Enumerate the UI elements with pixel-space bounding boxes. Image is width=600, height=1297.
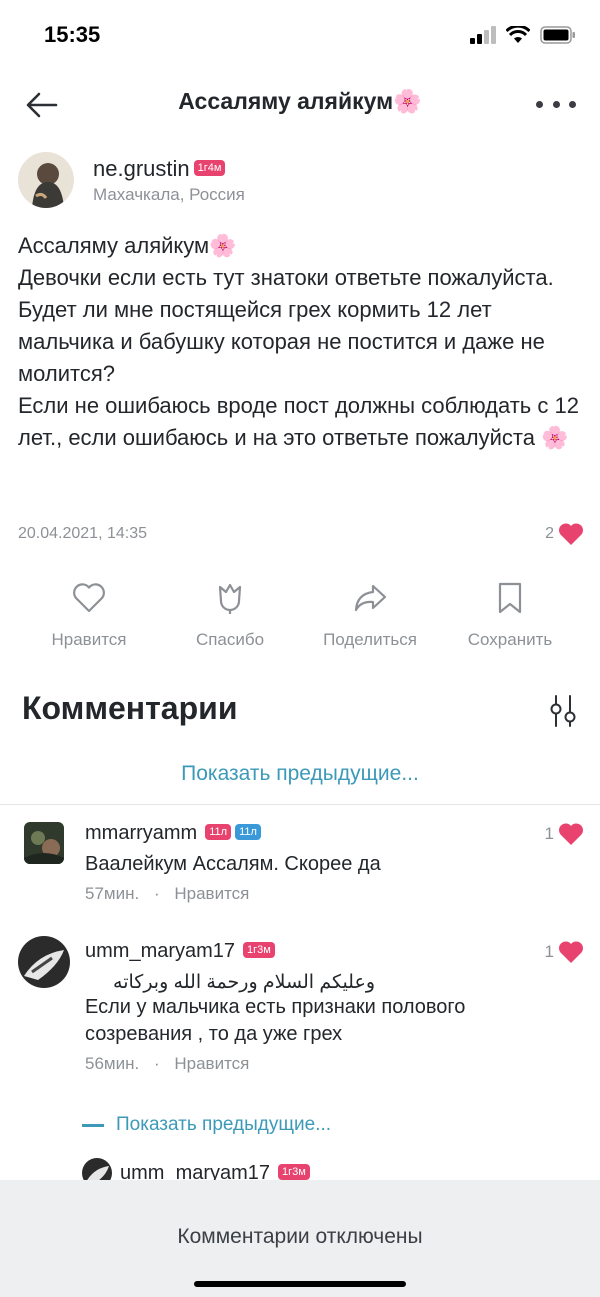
status-time: 15:35 bbox=[44, 22, 101, 47]
filter-button[interactable] bbox=[546, 694, 580, 728]
show-previous-comments-link[interactable]: Показать предыдущие... bbox=[0, 762, 600, 786]
commenter-badge: 1г3м bbox=[278, 1163, 310, 1180]
post-date: 20.04.2021, 14:35 bbox=[18, 525, 148, 542]
tulip-icon bbox=[218, 583, 242, 614]
author-name[interactable]: ne.grustin 1г4м bbox=[93, 156, 226, 182]
more-options-button[interactable] bbox=[536, 92, 576, 116]
comment-like-count[interactable]: 1 bbox=[545, 940, 584, 964]
cellular-signal-icon bbox=[470, 26, 496, 44]
post-author: ne.grustin 1г4м Махачкала, Россия bbox=[18, 152, 578, 208]
author-location: Махачкала, Россия bbox=[93, 185, 245, 204]
post-body: Ассаляму аляйкум🌸 Девочки если есть тут … bbox=[18, 233, 579, 450]
like-button[interactable]: Нравится bbox=[19, 578, 159, 650]
page-title: Ассаляму аляйкум🌸 bbox=[178, 88, 422, 114]
status-icons bbox=[470, 26, 576, 44]
heart-filled-icon bbox=[558, 941, 584, 963]
post-like-count[interactable]: 2 bbox=[545, 522, 584, 546]
reply-item: umm_maryam17 1г3м bbox=[82, 1158, 382, 1180]
comment-item: umm_maryam17 1г3м وعليكم السلام ورحمة الل… bbox=[18, 936, 588, 1080]
show-previous-replies-link[interactable]: Показать предыдущие... bbox=[82, 1114, 331, 1136]
comment-text: Если у мальчика есть признаки полового с… bbox=[85, 996, 466, 1045]
commenter-name[interactable]: umm_maryam17 1г3м bbox=[85, 940, 275, 963]
commenter-badge: 11л bbox=[205, 823, 232, 840]
comment-meta: 57мин. · Нравится bbox=[85, 884, 250, 903]
post-actions: Нравится Спасибо Поделиться Сохранить bbox=[0, 578, 600, 658]
comments-disabled-footer: Комментарии отключены bbox=[0, 1180, 600, 1297]
comment-time: 57мин. bbox=[85, 884, 140, 903]
nav-bar: Ассаляму аляйкум🌸 bbox=[0, 72, 600, 136]
comment-like-link[interactable]: Нравится bbox=[174, 884, 249, 903]
commenter-badge: 11л bbox=[235, 823, 261, 840]
commenter-avatar[interactable] bbox=[24, 822, 64, 864]
comments-title: Комментарии bbox=[22, 690, 238, 726]
bookmark-icon bbox=[498, 582, 522, 614]
home-indicator bbox=[194, 1281, 406, 1287]
divider bbox=[0, 804, 600, 805]
dash-icon bbox=[82, 1123, 104, 1127]
filter-sliders-icon bbox=[550, 695, 576, 727]
author-badge: 1г4м bbox=[193, 160, 226, 177]
comments-disabled-text: Комментарии отключены bbox=[177, 1225, 423, 1248]
comment-time: 56мин. bbox=[85, 1054, 140, 1073]
share-arrow-icon bbox=[354, 584, 387, 612]
comment-like-link[interactable]: Нравится bbox=[174, 1054, 249, 1073]
heart-filled-icon bbox=[558, 523, 584, 545]
comment-text: Ваалейкум Ассалям. Скорее да bbox=[85, 853, 381, 875]
like-count: 2 bbox=[545, 525, 554, 542]
heart-filled-icon bbox=[558, 823, 584, 845]
more-dots-icon bbox=[536, 100, 543, 108]
heart-outline-icon bbox=[73, 583, 105, 613]
commenter-name[interactable]: umm_maryam17 1г3м bbox=[120, 1162, 310, 1180]
status-bar: 15:35 bbox=[0, 0, 600, 72]
commenter-avatar[interactable] bbox=[82, 1158, 112, 1180]
comment-item: mmarryamm 11л 11л Ваалейкум Ассалям. Скоре… bbox=[18, 822, 588, 912]
thanks-button[interactable]: Спасибо bbox=[160, 578, 300, 650]
commenter-avatar[interactable] bbox=[18, 936, 70, 988]
comment-like-count[interactable]: 1 bbox=[545, 822, 584, 846]
commenter-badge: 1г3м bbox=[243, 941, 275, 958]
author-avatar[interactable] bbox=[18, 152, 74, 208]
commenter-name[interactable]: mmarryamm 11л 11л bbox=[85, 822, 261, 845]
comment-meta: 56мин. · Нравится bbox=[85, 1054, 250, 1073]
battery-icon bbox=[540, 26, 575, 44]
save-button[interactable]: Сохранить bbox=[440, 578, 580, 650]
wifi-icon bbox=[506, 26, 530, 43]
comment-text-arabic: وعليكم السلام ورحمة الله وبركاته bbox=[113, 972, 375, 993]
share-button[interactable]: Поделиться bbox=[300, 578, 440, 650]
